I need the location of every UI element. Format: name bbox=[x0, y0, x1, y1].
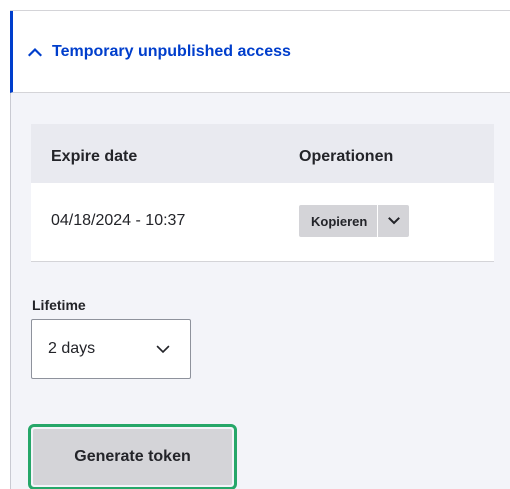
chevron-down-icon bbox=[387, 217, 400, 225]
operations-dropbutton: Kopieren bbox=[299, 205, 410, 237]
access-table: Expire date Operationen 04/18/2024 - 10:… bbox=[31, 124, 494, 262]
lifetime-select[interactable]: 2 days bbox=[31, 319, 191, 379]
column-header-operations: Operationen bbox=[299, 148, 394, 165]
table-header: Expire date Operationen bbox=[31, 124, 494, 183]
lifetime-select-value: 2 days bbox=[48, 340, 96, 357]
table-row: 04/18/2024 - 10:37 Kopieren bbox=[31, 183, 494, 262]
chevron-down-icon bbox=[156, 345, 170, 354]
details-summary-title: Temporary unpublished access bbox=[52, 42, 291, 60]
generate-token-button[interactable]: Generate token bbox=[33, 429, 232, 485]
column-header-expire-date: Expire date bbox=[51, 148, 138, 165]
copy-button[interactable]: Kopieren bbox=[299, 205, 379, 237]
details-summary-toggle[interactable]: Temporary unpublished access bbox=[10, 11, 510, 93]
lifetime-label: Lifetime bbox=[32, 297, 86, 313]
temporary-access-details: Temporary unpublished access Expire date… bbox=[10, 11, 510, 489]
expire-date-cell: 04/18/2024 - 10:37 bbox=[51, 212, 186, 229]
chevron-up-icon bbox=[28, 45, 42, 59]
page: Temporary unpublished access Expire date… bbox=[0, 0, 510, 489]
dropbutton-toggle[interactable] bbox=[378, 205, 409, 237]
